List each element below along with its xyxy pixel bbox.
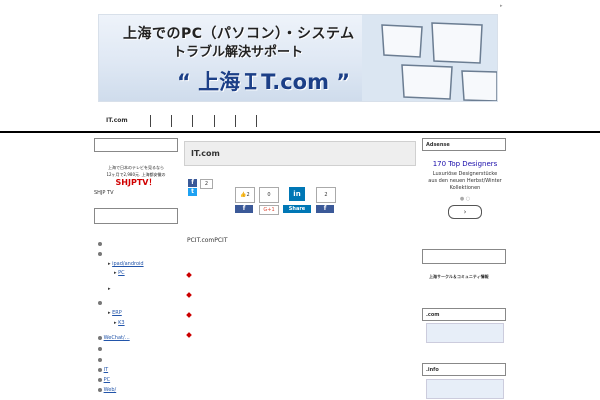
twitter-icon[interactable]: t (188, 188, 197, 196)
page-title: IT.com (184, 141, 416, 166)
like-count-box: 👍2 (235, 187, 255, 203)
zero-count: 0 (259, 187, 279, 203)
ad-line-2: 12ヶ月で2,980元. 上海都安徽の (106, 172, 166, 177)
share-label: Share (288, 206, 306, 212)
nav-separator (171, 115, 172, 127)
tree-link-erp[interactable]: ERP (112, 310, 122, 316)
red-diamond-icon (186, 272, 192, 278)
com-banner[interactable] (426, 323, 504, 343)
nav-separator (192, 115, 193, 127)
com-heading: .com (422, 308, 506, 321)
ad-brand: SHJPTV！ (115, 178, 157, 187)
banner-line-1: 上海でのPC（パソコン）・システム (123, 26, 355, 42)
like-count: 2 (246, 192, 250, 198)
tree-link-it[interactable]: IT (104, 367, 109, 373)
main-content: IT.com (184, 141, 416, 166)
gplus-button[interactable]: G+1 (259, 205, 279, 215)
red-diamond-icon (186, 292, 192, 298)
right-search-box[interactable] (422, 249, 506, 264)
ad-choices-mark[interactable]: ▸ (500, 3, 503, 9)
info-heading: .info (422, 363, 506, 376)
linkedin-icon[interactable]: in (289, 187, 305, 201)
header-banner[interactable]: 上海でのPC（パソコン）・システム トラブル解決サポート “ 上海ＩT.com … (98, 14, 498, 102)
info-banner[interactable] (426, 379, 504, 399)
bullet-icon (98, 367, 102, 372)
nav-separator (150, 115, 151, 127)
banner-line-3: “ 上海ＩT.com ” (177, 70, 351, 94)
ad-pager[interactable]: ● ○ (428, 196, 502, 202)
facebook-icon[interactable]: f (188, 179, 197, 187)
left-sidebar: 上海で日本のテレビを見るなら 12ヶ月で2,980元. 上海都安徽の SHJPT… (94, 138, 178, 224)
ad-next-button[interactable]: › (448, 205, 482, 219)
tree-link-web[interactable]: Web/ (104, 387, 117, 393)
tree-link-pc[interactable]: PC (104, 377, 111, 383)
monitors-image (362, 15, 497, 101)
community-label[interactable]: 上海サークル＆コミュニティ情報 (429, 274, 489, 280)
tree-link-wechat[interactable]: WeChat/… (104, 335, 130, 341)
shjp-tv-label: SHJP TV (94, 190, 114, 196)
facebook-like-icon[interactable]: f (316, 205, 334, 213)
bullet-icon (98, 377, 102, 382)
top-nav: IT.com (0, 113, 600, 133)
bullet-icon (98, 241, 102, 246)
ad-line-1: 上海で日本のテレビを見るなら (108, 165, 164, 170)
nav-item-home[interactable]: IT.com (106, 113, 128, 129)
linkedin-count: 2 (316, 187, 336, 203)
shjptv-ad[interactable]: 上海で日本のテレビを見るなら 12ヶ月で2,980元. 上海都安徽の SHJPT… (94, 164, 178, 188)
bullet-icon (98, 300, 102, 305)
right-sidebar: Adsense (422, 138, 506, 151)
nav-separator (214, 115, 215, 127)
tree-link-pc-sub[interactable]: PC (118, 270, 125, 276)
body-text: PCIT.comPCIT (187, 237, 228, 244)
bullet-icon (98, 251, 102, 256)
category-box[interactable] (94, 208, 178, 224)
ad-title[interactable]: 170 Top Designers (428, 160, 502, 168)
linkedin-share-button[interactable]: Share (283, 205, 311, 213)
ad-text: Luxuriöse Designerstücke aus den neuen H… (428, 171, 502, 191)
bullet-icon (98, 357, 102, 362)
adsense-ad[interactable]: 170 Top Designers Luxuriöse Designerstüc… (428, 160, 502, 236)
fb-count: 2 (200, 179, 213, 189)
nav-separator (235, 115, 236, 127)
search-box[interactable] (94, 138, 178, 152)
nav-separator (256, 115, 257, 127)
red-diamond-icon (186, 312, 192, 318)
tree-link-ipad[interactable]: ipad/android (112, 261, 143, 267)
banner-line-2: トラブル解決サポート (173, 45, 304, 60)
adsense-heading: Adsense (422, 138, 506, 151)
facebook-share-icon[interactable]: f (235, 205, 253, 213)
bullet-icon (98, 346, 102, 351)
bullet-icon (98, 335, 102, 340)
bullet-icon (98, 387, 102, 392)
tree-link-k3[interactable]: K3 (118, 320, 124, 326)
red-diamond-icon (186, 332, 192, 338)
